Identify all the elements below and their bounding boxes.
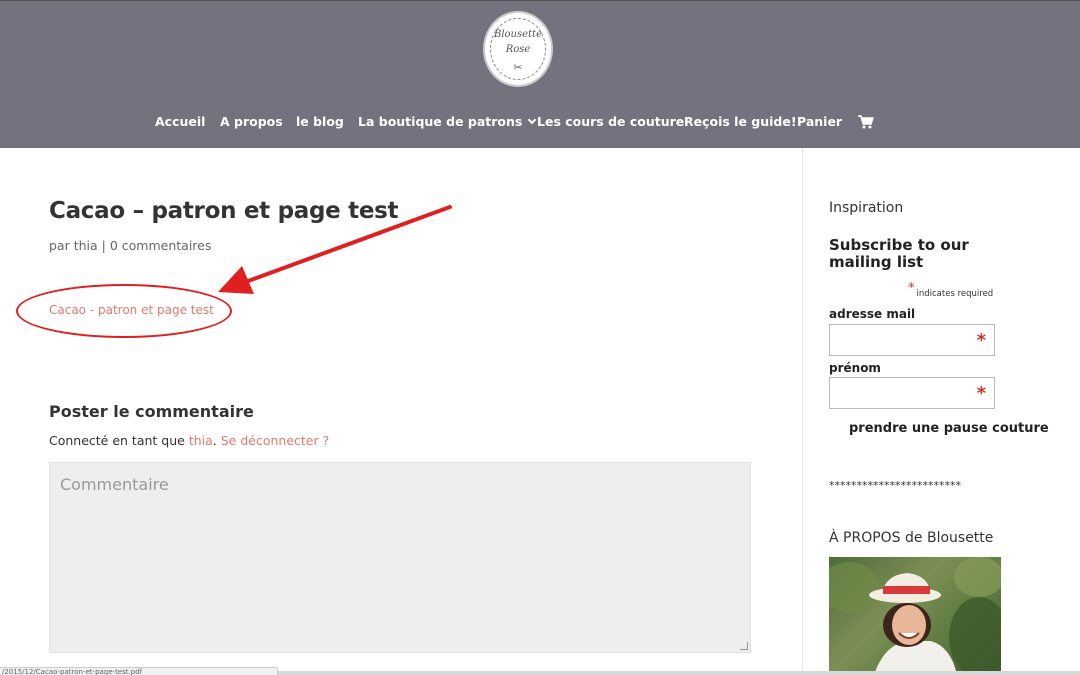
- logo-text-blousette: Blousette: [493, 29, 542, 40]
- cart-icon[interactable]: [858, 115, 874, 129]
- logged-in-dot: .: [212, 433, 221, 448]
- separator-stars: ************************: [829, 479, 961, 492]
- post-meta-prefix: par: [49, 238, 74, 253]
- required-asterisk: *: [908, 281, 915, 296]
- about-title: À PROPOS de Blousette: [829, 530, 994, 546]
- nav-item-cours[interactable]: Les cours de couture: [537, 114, 684, 129]
- pdf-link[interactable]: Cacao - patron et page test: [49, 303, 214, 317]
- nav-item-a-propos[interactable]: A propos: [220, 114, 283, 129]
- resize-handle-icon[interactable]: [740, 642, 748, 650]
- browser-status-bar: /2015/12/Cacao-patron-et-page-test.pdf: [0, 667, 278, 675]
- post-meta-separator: |: [97, 238, 110, 253]
- nav-item-boutique-label: La boutique de patrons: [358, 114, 523, 129]
- logged-in-prefix: Connecté en tant que: [49, 433, 189, 448]
- nav-item-boutique[interactable]: La boutique de patrons: [358, 114, 537, 129]
- firstname-required-asterisk: *: [976, 383, 986, 404]
- nav-item-le-blog[interactable]: le blog: [296, 114, 344, 129]
- sidebar-inspiration-title: Inspiration: [829, 200, 904, 216]
- subscribe-button[interactable]: prendre une pause couture: [849, 421, 1049, 436]
- comment-heading: Poster le commentaire: [49, 402, 254, 421]
- nav-item-guide[interactable]: Reçois le guide!: [684, 114, 797, 129]
- post-meta: par thia | 0 commentaires: [49, 238, 211, 253]
- comment-textarea[interactable]: Commentaire: [49, 462, 751, 653]
- logout-link[interactable]: Se déconnecter ?: [221, 433, 330, 448]
- comment-placeholder: Commentaire: [60, 475, 169, 494]
- scissors-icon: ✂: [513, 61, 523, 74]
- logo-text-rose: Rose: [505, 44, 531, 55]
- post-comments-link[interactable]: 0 commentaires: [110, 238, 212, 253]
- subscribe-title: Subscribe to our mailing list: [829, 236, 969, 271]
- horizontal-scrollbar[interactable]: [278, 671, 1080, 675]
- logged-in-text: Connecté en tant que thia. Se déconnecte…: [49, 433, 329, 448]
- nav-item-panier[interactable]: Panier: [797, 114, 842, 129]
- firstname-field[interactable]: *: [829, 377, 995, 409]
- about-photo: [829, 557, 1001, 675]
- user-link[interactable]: thia: [189, 433, 213, 448]
- site-header: Blousette Rose ✂ Accueil A propos le blo…: [0, 0, 1080, 148]
- sidebar-divider: [802, 148, 803, 675]
- email-required-asterisk: *: [976, 330, 986, 351]
- annotation-arrow: [218, 205, 452, 294]
- nav-item-accueil[interactable]: Accueil: [155, 114, 205, 129]
- email-label: adresse mail: [829, 307, 916, 321]
- email-field[interactable]: *: [829, 324, 995, 356]
- chevron-down-icon: [528, 115, 537, 125]
- required-text: indicates required: [916, 289, 994, 299]
- site-logo[interactable]: Blousette Rose ✂: [483, 11, 553, 87]
- required-note: * indicates required: [908, 281, 994, 300]
- firstname-label: prénom: [829, 361, 881, 375]
- post-author-link[interactable]: thia: [74, 238, 98, 253]
- photo-illustration: [829, 557, 1001, 675]
